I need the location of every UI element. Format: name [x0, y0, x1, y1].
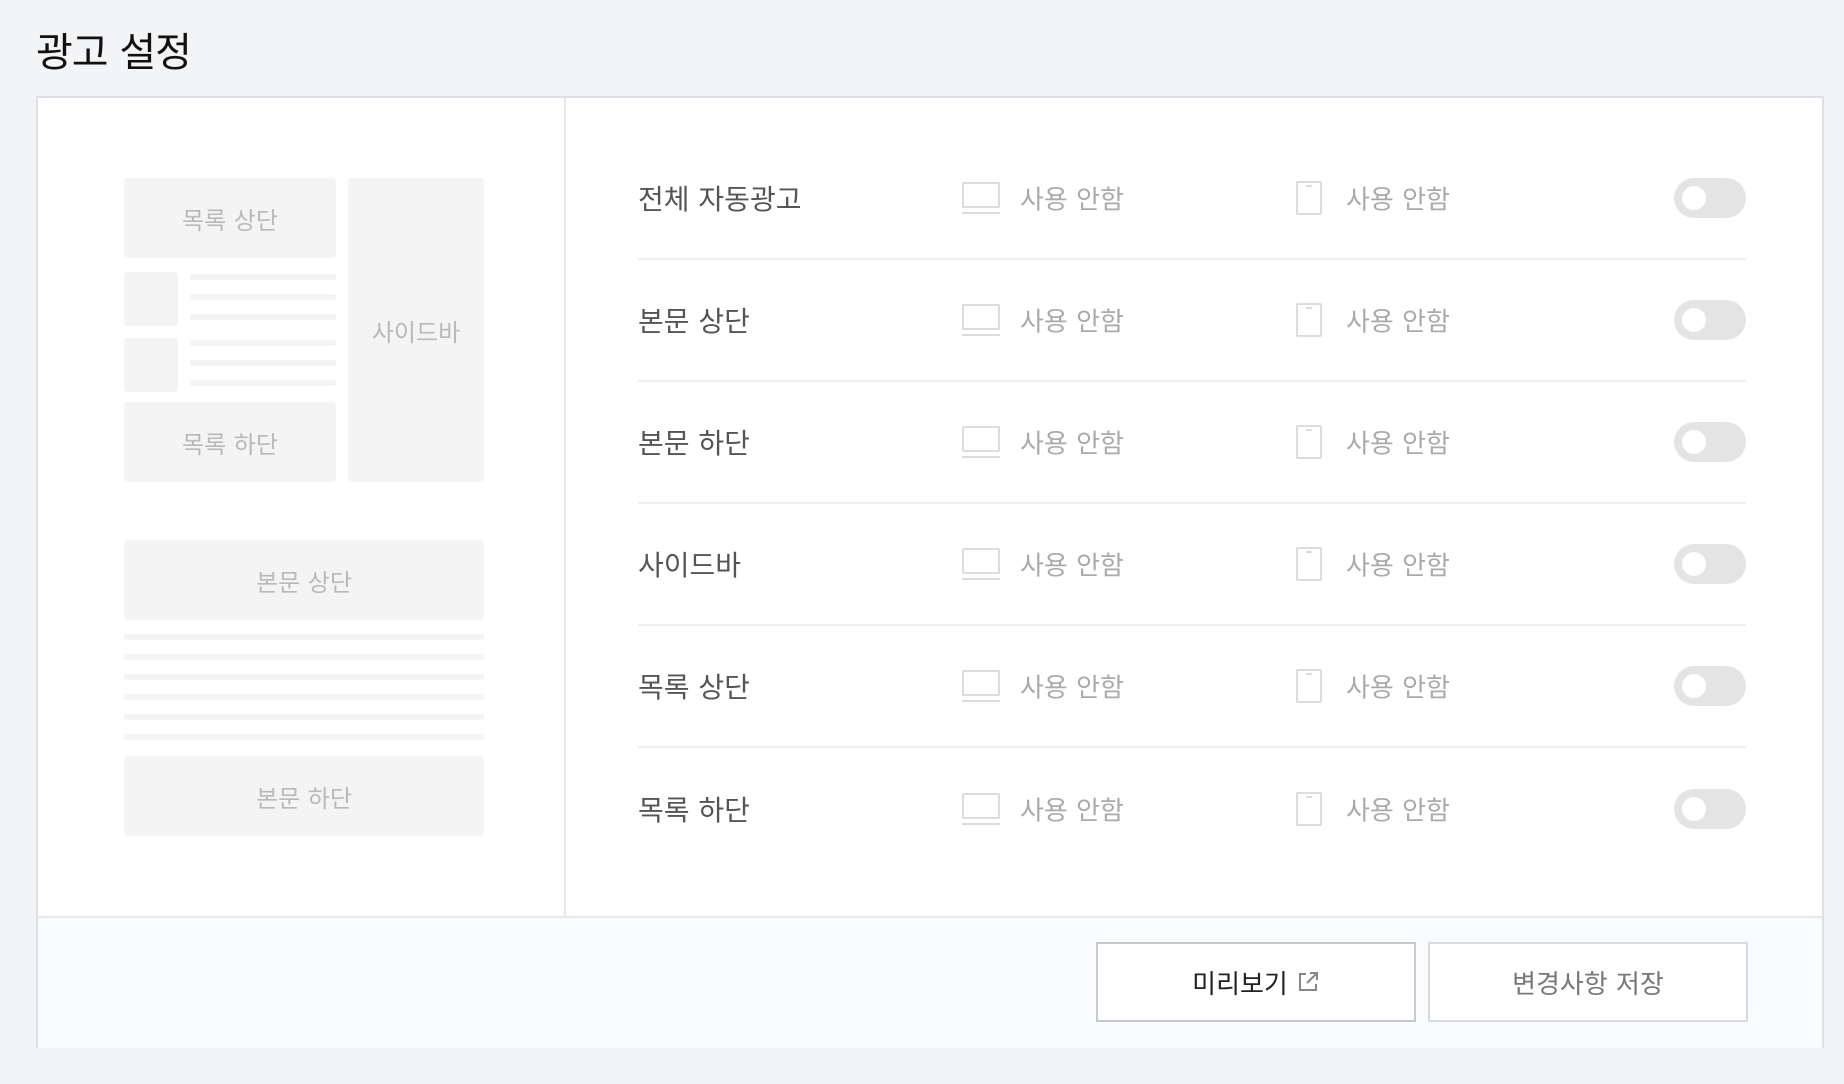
- ad-row-auto: 전체 자동광고 사용 안함 사용 안함: [638, 138, 1746, 260]
- monitor-icon: [962, 304, 1000, 336]
- mobile-status: 사용 안함: [1346, 796, 1450, 827]
- mobile-icon: [1296, 303, 1322, 337]
- preview-body-line: [124, 634, 484, 640]
- preview-body-bottom: 본문 하단: [124, 756, 484, 836]
- monitor-icon: [962, 670, 1000, 702]
- preview-list-line: [190, 294, 336, 300]
- toggle-sidebar[interactable]: [1674, 544, 1746, 584]
- ad-row-list-bottom: 목록 하단 사용 안함 사용 안함: [638, 748, 1746, 870]
- monitor-icon: [962, 548, 1000, 580]
- preview-body-line: [124, 694, 484, 700]
- preview-list-bottom: 목록 하단: [124, 402, 336, 482]
- toggle-body-top[interactable]: [1674, 300, 1746, 340]
- preview-list-line: [190, 340, 336, 346]
- save-button-label: 변경사항 저장: [1512, 969, 1664, 1000]
- preview-list-thumb: [124, 272, 178, 326]
- row-label: 본문 하단: [638, 427, 750, 460]
- pc-status: 사용 안함: [1020, 673, 1124, 704]
- preview-button[interactable]: 미리보기: [1096, 942, 1416, 1022]
- preview-sidebar: 사이드바: [348, 178, 484, 482]
- pc-status: 사용 안함: [1020, 551, 1124, 582]
- mobile-icon: [1296, 792, 1322, 826]
- preview-body-line: [124, 734, 484, 740]
- card-footer: 미리보기 변경사항 저장: [38, 916, 1822, 1048]
- mobile-status: 사용 안함: [1346, 185, 1450, 216]
- toggle-knob: [1682, 674, 1706, 698]
- mobile-icon: [1296, 181, 1322, 215]
- row-label: 목록 하단: [638, 794, 750, 827]
- monitor-icon: [962, 426, 1000, 458]
- preview-list-line: [190, 380, 336, 386]
- ad-row-sidebar: 사이드바 사용 안함 사용 안함: [638, 504, 1746, 626]
- pc-status: 사용 안함: [1020, 429, 1124, 460]
- mobile-status: 사용 안함: [1346, 551, 1450, 582]
- preview-list-top-label: 목록 상단: [182, 206, 278, 235]
- preview-list-line: [190, 274, 336, 280]
- toggle-auto-ads[interactable]: [1674, 178, 1746, 218]
- toggle-knob: [1682, 308, 1706, 332]
- mobile-icon: [1296, 425, 1322, 459]
- layout-preview: 목록 상단 사이드바 목록 하단 본문 상단 본문 하단: [38, 98, 566, 916]
- monitor-icon: [962, 182, 1000, 214]
- ad-row-list-top: 목록 상단 사용 안함 사용 안함: [638, 626, 1746, 748]
- mobile-status: 사용 안함: [1346, 429, 1450, 460]
- ad-settings-card: 목록 상단 사이드바 목록 하단 본문 상단 본문 하단 전체 자동광고 사용 …: [36, 96, 1824, 1048]
- toggle-knob: [1682, 797, 1706, 821]
- save-changes-button[interactable]: 변경사항 저장: [1428, 942, 1748, 1022]
- page-title: 광고 설정: [36, 30, 192, 76]
- preview-button-label: 미리보기: [1192, 969, 1288, 1000]
- preview-body-line: [124, 714, 484, 720]
- preview-body-bottom-label: 본문 하단: [256, 784, 352, 813]
- preview-sidebar-label: 사이드바: [371, 318, 461, 347]
- preview-list-top: 목록 상단: [124, 178, 336, 258]
- preview-list-bottom-label: 목록 하단: [182, 430, 278, 459]
- monitor-icon: [962, 793, 1000, 825]
- pc-status: 사용 안함: [1020, 307, 1124, 338]
- row-label: 본문 상단: [638, 305, 750, 338]
- toggle-list-bottom[interactable]: [1674, 789, 1746, 829]
- mobile-icon: [1296, 669, 1322, 703]
- row-label: 사이드바: [638, 549, 742, 582]
- mobile-icon: [1296, 547, 1322, 581]
- mobile-status: 사용 안함: [1346, 673, 1450, 704]
- toggle-list-top[interactable]: [1674, 666, 1746, 706]
- external-link-icon: [1296, 970, 1320, 994]
- ad-row-body-bottom: 본문 하단 사용 안함 사용 안함: [638, 382, 1746, 504]
- preview-body-top-label: 본문 상단: [256, 568, 352, 597]
- preview-body-top: 본문 상단: [124, 540, 484, 620]
- row-label: 목록 상단: [638, 671, 750, 704]
- pc-status: 사용 안함: [1020, 796, 1124, 827]
- toggle-knob: [1682, 430, 1706, 454]
- preview-list-thumb: [124, 338, 178, 392]
- toggle-body-bottom[interactable]: [1674, 422, 1746, 462]
- mobile-status: 사용 안함: [1346, 307, 1450, 338]
- preview-body-line: [124, 654, 484, 660]
- row-label: 전체 자동광고: [638, 183, 802, 216]
- preview-list-line: [190, 360, 336, 366]
- ad-row-body-top: 본문 상단 사용 안함 사용 안함: [638, 260, 1746, 382]
- preview-body-line: [124, 674, 484, 680]
- preview-list-line: [190, 314, 336, 320]
- pc-status: 사용 안함: [1020, 185, 1124, 216]
- ad-slot-list: 전체 자동광고 사용 안함 사용 안함 본문 상단 사용 안함 사용 안함 본문…: [638, 138, 1746, 870]
- toggle-knob: [1682, 552, 1706, 576]
- toggle-knob: [1682, 186, 1706, 210]
